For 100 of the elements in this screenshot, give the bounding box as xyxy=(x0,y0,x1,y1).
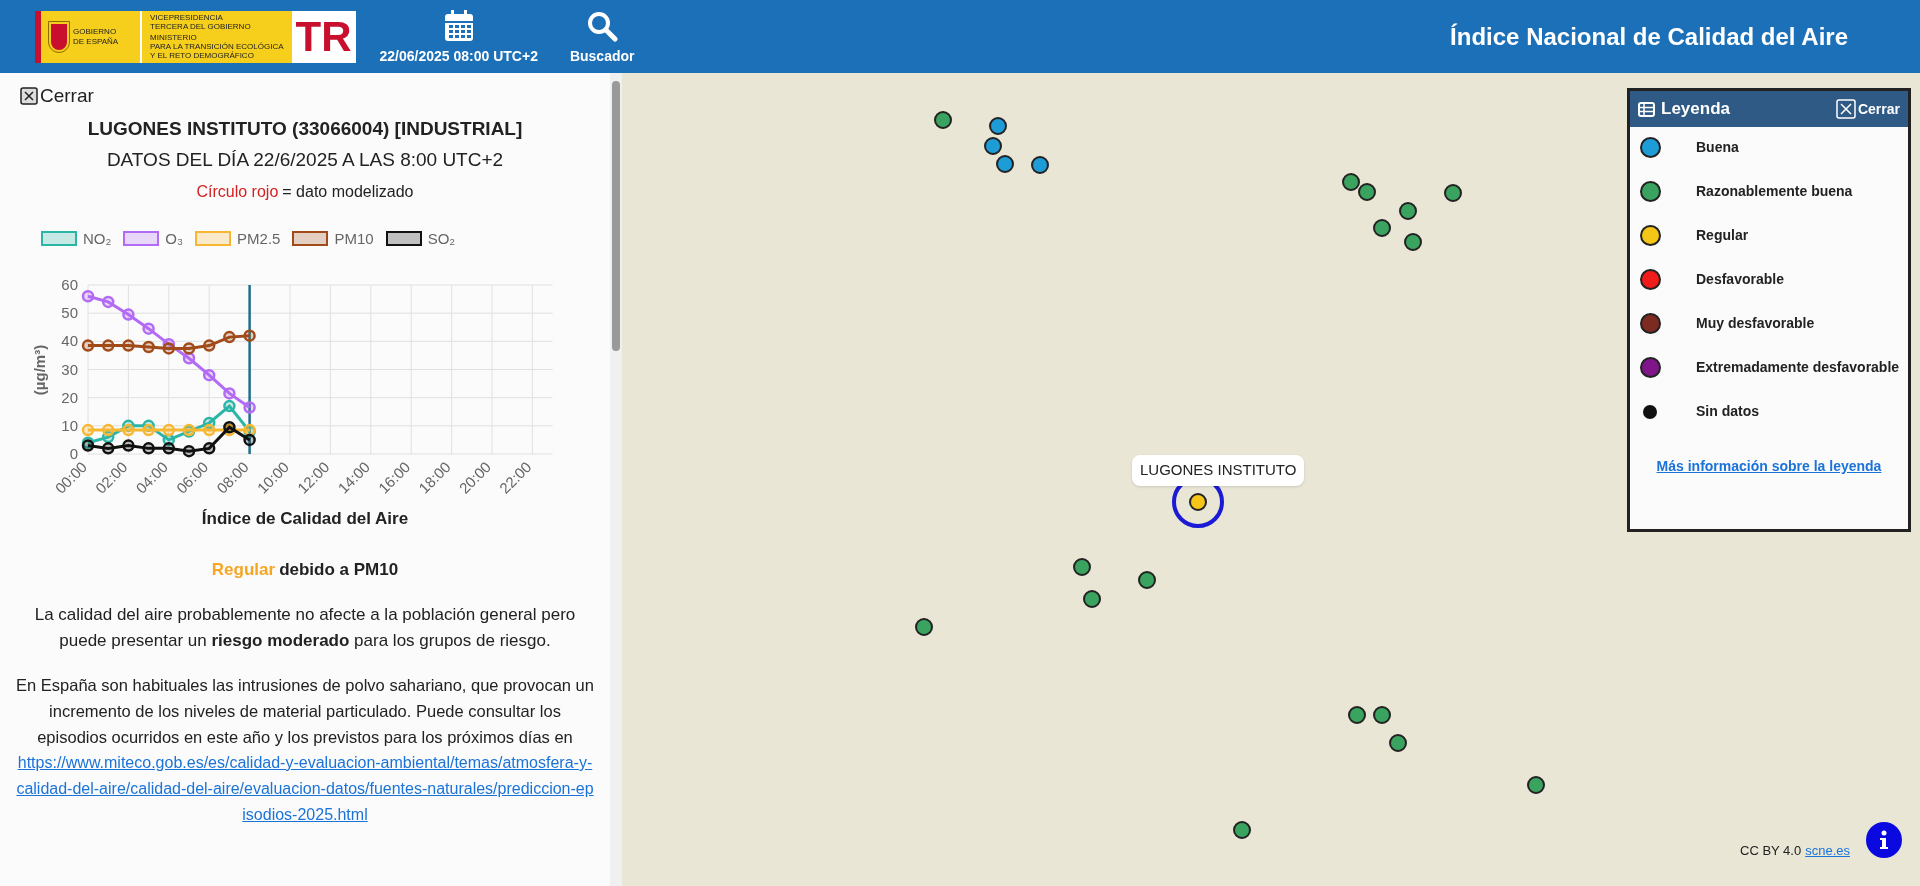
data-point xyxy=(162,433,176,447)
station-marker[interactable] xyxy=(1373,706,1391,724)
station-marker[interactable] xyxy=(1138,571,1156,589)
data-point xyxy=(162,342,176,355)
data-point xyxy=(81,290,95,303)
logo-mark: TR xyxy=(295,15,352,58)
legend-title: Leyenda xyxy=(1661,98,1730,121)
y-tick-label: 50 xyxy=(61,304,78,322)
coat-of-arms-icon xyxy=(49,21,69,52)
data-point xyxy=(122,308,135,321)
station-marker[interactable] xyxy=(1399,202,1417,220)
logo-text: VICEPRESIDENCIA xyxy=(150,13,224,22)
data-point xyxy=(162,442,176,455)
data-point xyxy=(101,442,115,455)
search-icon xyxy=(586,10,619,42)
legend-label: O₃ xyxy=(165,228,184,249)
episodes-link[interactable]: https://www.miteco.gob.es/es/calidad-y-evaluacion-ambiental/temas/atmosfera-y-calidad-del-aire/calidad-del-aire/evaluacion-datos/fuentes-naturales/prediccion-episodios-2025.html xyxy=(16,750,594,828)
legend-info-link[interactable]: Más información sobre la leyenda xyxy=(1656,456,1882,477)
logo-text: MINISTERIO xyxy=(150,33,198,42)
data-point xyxy=(223,387,236,400)
station-marker[interactable] xyxy=(1233,821,1251,839)
legend-swatch xyxy=(385,231,422,247)
data-point xyxy=(142,322,155,335)
data-point xyxy=(243,433,256,447)
logo-text: TERCERA DEL GOBIERNO xyxy=(150,22,252,31)
data-point xyxy=(202,423,216,437)
station-marker[interactable] xyxy=(1527,776,1545,794)
station-marker[interactable] xyxy=(1031,156,1049,174)
status-reason: debido a PM10 xyxy=(279,558,399,581)
data-date: DATOS DEL DÍA 22/6/2025 A LAS 8:00 UTC+2 xyxy=(106,148,504,172)
legend-close-button[interactable]: Cerrar xyxy=(1835,98,1900,120)
station-marker[interactable] xyxy=(1404,233,1422,251)
y-axis-label: (µg/m³) xyxy=(31,344,48,396)
y-tick-label: 10 xyxy=(61,416,78,434)
data-point xyxy=(122,339,135,352)
data-point xyxy=(81,423,95,437)
data-point xyxy=(101,339,115,352)
data-point xyxy=(202,368,216,382)
info-icon xyxy=(1879,830,1889,850)
station-marker[interactable] xyxy=(1358,183,1376,201)
legend-label: Regular xyxy=(1696,226,1749,245)
station-marker[interactable] xyxy=(915,618,933,636)
logo-text: PARA LA TRANSICIÓN ECOLÓGICA xyxy=(150,42,284,51)
station-marker[interactable] xyxy=(989,117,1007,135)
station-title: LUGONES INSTITUTO (33066004) [INDUSTRIAL] xyxy=(87,116,523,141)
station-tooltip: LUGONES INSTITUTO xyxy=(1132,455,1305,486)
legend-swatch xyxy=(123,231,160,247)
legend-label: Buena xyxy=(1696,138,1739,157)
station-marker[interactable] xyxy=(1083,590,1101,608)
legend-swatch xyxy=(195,231,232,247)
data-point xyxy=(81,339,95,352)
close-icon xyxy=(20,87,38,106)
station-marker[interactable] xyxy=(1373,219,1391,237)
close-button[interactable]: Cerrar xyxy=(20,82,94,111)
station-marker[interactable] xyxy=(1444,184,1462,202)
station-marker[interactable] xyxy=(1073,558,1091,576)
data-point xyxy=(101,295,115,309)
license-text: CC BY 4.0 xyxy=(1740,842,1802,860)
data-point xyxy=(122,439,135,452)
app-title: Índice Nacional de Calidad del Aire xyxy=(1450,21,1848,52)
legend-label: Sin datos xyxy=(1696,402,1759,421)
station-marker[interactable] xyxy=(1348,706,1366,724)
data-point xyxy=(243,401,256,414)
legend-label: Muy desfavorable xyxy=(1696,314,1815,333)
modeled-note-highlight: Círculo rojo xyxy=(196,181,279,202)
modeled-note: = dato modelizado xyxy=(282,181,414,202)
legend-label: NO₂ xyxy=(83,228,112,249)
legend-label: Desfavorable xyxy=(1696,270,1784,289)
attribution-link[interactable]: scne.es xyxy=(1805,841,1850,861)
logo-text: GOBIERNO xyxy=(73,26,118,37)
info-button[interactable] xyxy=(1866,822,1902,858)
legend-swatch xyxy=(292,231,329,247)
y-tick-label: 20 xyxy=(61,388,78,406)
legend-label: Razonablemente buena xyxy=(1696,182,1853,201)
y-tick-label: 40 xyxy=(61,332,78,350)
station-marker[interactable] xyxy=(934,111,952,129)
advice-text: La calidad del aire probablemente no afecte a la población general pero puede presentar un riesgo moderado para los grupos de riesgo. xyxy=(33,604,577,652)
date-button[interactable]: 22/06/2025 08:00 UTC+2 xyxy=(379,6,538,67)
status-level: Regular xyxy=(211,558,276,581)
data-point xyxy=(101,423,115,437)
y-tick-label: 60 xyxy=(61,276,78,293)
info-text: En España son habituales las intrusiones de polvo sahariano, que provocan un incremento de los niveles de material particulado. Puede consultar los episodios ocurridos en este año y los previstos para los próximos días en xyxy=(16,675,594,748)
data-point xyxy=(142,442,155,455)
station-marker[interactable] xyxy=(1389,734,1407,752)
data-point xyxy=(142,340,155,354)
station-marker[interactable] xyxy=(996,155,1014,173)
table-icon xyxy=(1638,101,1655,117)
station-marker[interactable] xyxy=(1342,173,1360,191)
legend-swatch xyxy=(41,231,77,247)
data-point xyxy=(122,423,135,437)
data-point xyxy=(142,423,155,437)
data-point xyxy=(202,442,216,455)
logo-text: Y EL RETO DEMOGRÁFICO xyxy=(150,51,255,60)
station-marker[interactable] xyxy=(984,137,1002,155)
y-tick-label: 0 xyxy=(69,445,78,462)
logo-text: DE ESPAÑA xyxy=(73,36,119,47)
legend-label: PM2.5 xyxy=(237,228,281,249)
search-button[interactable]: Buscador xyxy=(569,6,635,67)
legend-label: Extremadamente desfavorable xyxy=(1696,358,1900,377)
calendar-icon xyxy=(443,10,474,42)
